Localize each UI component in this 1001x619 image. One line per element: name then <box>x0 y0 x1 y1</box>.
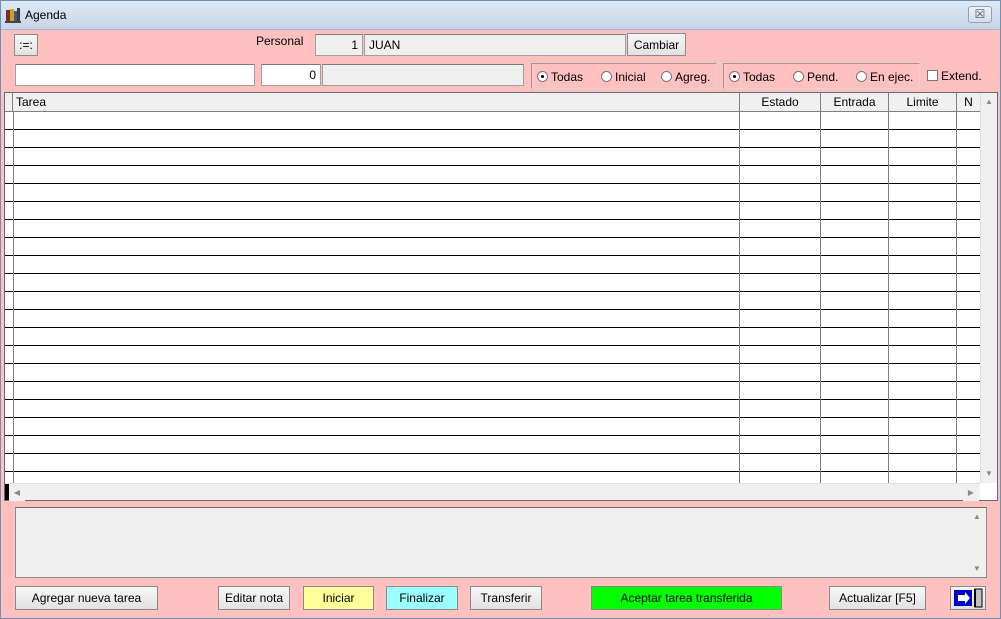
table-row[interactable] <box>5 310 980 328</box>
task-grid[interactable]: Tarea Estado Entrada Limite N ▲ ▼ ◀ ▶ <box>4 92 998 501</box>
window-title: Agenda <box>25 8 67 22</box>
row-indicator-header <box>5 93 13 112</box>
accept-transfer-button[interactable]: Aceptar tarea transferida <box>591 586 782 610</box>
add-task-button[interactable]: Agregar nueva tarea <box>15 586 158 610</box>
scroll-up-icon[interactable]: ▲ <box>969 508 985 525</box>
radio-origin-agreg[interactable]: Agreg. <box>661 70 710 84</box>
radio-state-en-ejec[interactable]: En ejec. <box>856 70 913 84</box>
search-input[interactable] <box>15 64 255 86</box>
scroll-down-icon[interactable]: ▼ <box>969 560 985 577</box>
radio-dot-icon <box>856 71 867 82</box>
table-row[interactable] <box>5 112 980 130</box>
personal-label: Personal <box>256 34 304 48</box>
column-divider <box>956 112 957 483</box>
title-bar[interactable]: Agenda ☒ <box>1 1 1000 30</box>
edit-note-button[interactable]: Editar nota <box>218 586 290 610</box>
table-row[interactable] <box>5 130 980 148</box>
extend-checkbox[interactable]: Extend. <box>927 69 982 83</box>
finish-button[interactable]: Finalizar <box>386 586 458 610</box>
column-header-n[interactable]: N <box>957 93 980 112</box>
checkbox-icon <box>927 70 938 81</box>
radio-dot-icon <box>537 71 548 82</box>
table-row[interactable] <box>5 256 980 274</box>
table-row[interactable] <box>5 202 980 220</box>
table-row[interactable] <box>5 346 980 364</box>
column-header-limite[interactable]: Limite <box>889 93 957 112</box>
radio-origin-todas[interactable]: Todas <box>537 70 583 84</box>
table-row[interactable] <box>5 274 980 292</box>
table-row[interactable] <box>5 364 980 382</box>
radio-state-todas[interactable]: Todas <box>729 70 775 84</box>
grid-rows <box>5 112 980 483</box>
table-row[interactable] <box>5 418 980 436</box>
app-books-icon <box>5 8 21 23</box>
table-row[interactable] <box>5 148 980 166</box>
note-memo[interactable]: ▲ ▼ <box>15 507 987 578</box>
transfer-button[interactable]: Transferir <box>470 586 542 610</box>
radio-dot-icon <box>793 71 804 82</box>
start-button[interactable]: Iniciar <box>303 586 374 610</box>
table-row[interactable] <box>5 400 980 418</box>
table-row[interactable] <box>5 328 980 346</box>
table-row[interactable] <box>5 220 980 238</box>
close-icon: ☒ <box>974 7 986 21</box>
column-divider <box>739 112 740 483</box>
scroll-left-icon[interactable]: ◀ <box>9 484 25 501</box>
column-header-tarea[interactable]: Tarea <box>13 93 740 112</box>
radio-dot-icon <box>729 71 740 82</box>
state-filter-group: Todas Pend. En ejec. <box>723 63 920 89</box>
table-row[interactable] <box>5 166 980 184</box>
column-header-entrada[interactable]: Entrada <box>821 93 889 112</box>
personal-id-field[interactable]: 1 <box>315 34 363 56</box>
grid-horizontal-scrollbar[interactable]: ◀ ▶ <box>5 483 980 501</box>
table-row[interactable] <box>5 436 980 454</box>
radio-dot-icon <box>601 71 612 82</box>
exit-button[interactable] <box>950 586 986 610</box>
radio-state-pend[interactable]: Pend. <box>793 70 838 84</box>
refresh-button[interactable]: Actualizar [F5] <box>829 586 926 610</box>
scroll-right-icon[interactable]: ▶ <box>963 484 979 501</box>
agenda-window: Agenda ☒ :=: Personal 1 JUAN Cambiar 0 T… <box>0 0 1001 619</box>
column-divider <box>820 112 821 483</box>
grid-header: Tarea Estado Entrada Limite N <box>5 93 980 112</box>
column-divider <box>888 112 889 483</box>
column-divider <box>13 112 14 483</box>
radio-dot-icon <box>661 71 672 82</box>
radio-origin-inicial[interactable]: Inicial <box>601 70 646 84</box>
description-field[interactable] <box>322 64 524 86</box>
close-button[interactable]: ☒ <box>968 6 992 23</box>
menu-button[interactable]: :=: <box>14 34 38 56</box>
table-row[interactable] <box>5 292 980 310</box>
origin-filter-group: Todas Inicial Agreg. <box>531 63 717 89</box>
table-row[interactable] <box>5 382 980 400</box>
personal-name-field[interactable]: JUAN <box>364 34 626 56</box>
memo-vertical-scrollbar[interactable]: ▲ ▼ <box>969 508 986 577</box>
table-row[interactable] <box>5 238 980 256</box>
exit-door-icon <box>954 588 983 608</box>
scroll-up-icon[interactable]: ▲ <box>981 93 997 110</box>
column-header-estado[interactable]: Estado <box>740 93 821 112</box>
cambiar-button[interactable]: Cambiar <box>627 33 686 56</box>
grid-vertical-scrollbar[interactable]: ▲ ▼ <box>980 93 997 483</box>
number-field[interactable]: 0 <box>261 64 321 86</box>
table-row[interactable] <box>5 454 980 472</box>
scroll-down-icon[interactable]: ▼ <box>981 465 997 482</box>
table-row[interactable] <box>5 184 980 202</box>
